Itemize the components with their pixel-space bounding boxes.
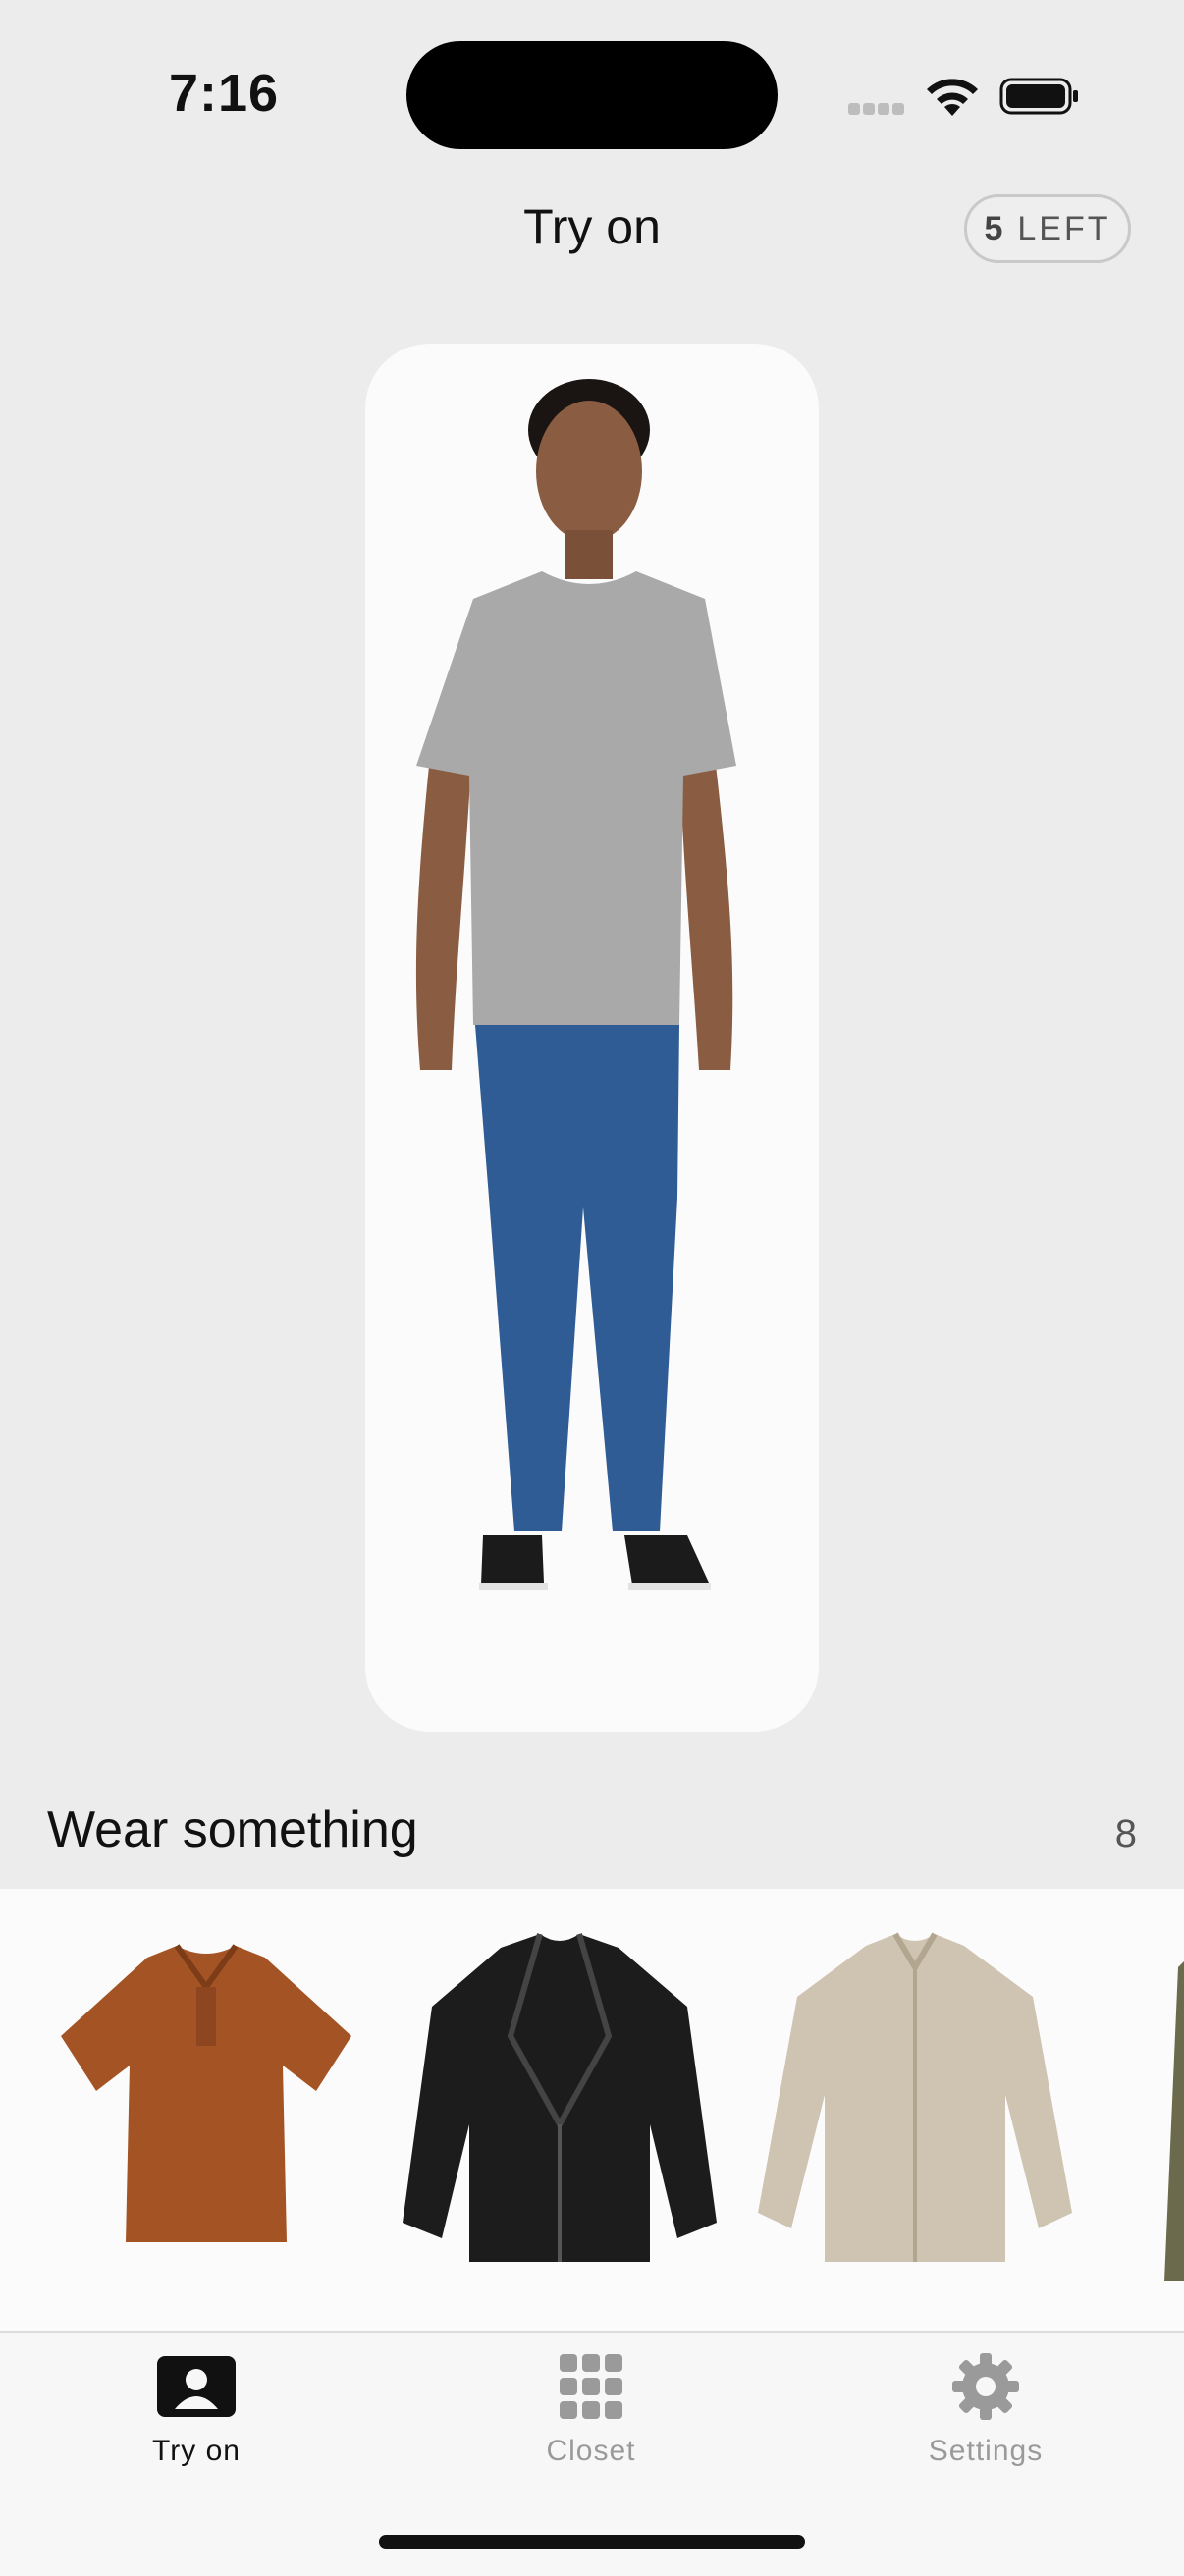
garment-rust-polo[interactable]: [39, 1928, 373, 2281]
model-figure: [415, 379, 736, 1590]
tab-closet[interactable]: Closet: [444, 2352, 738, 2468]
garment-strip[interactable]: [0, 1889, 1184, 2331]
status-time: 7:16: [169, 64, 280, 123]
garment-black-leather-jacket[interactable]: [393, 1928, 727, 2281]
garment-beige-linen-shirt[interactable]: [748, 1928, 1082, 2281]
home-indicator[interactable]: [379, 2535, 805, 2549]
gear-icon: [952, 2353, 1019, 2420]
wifi-icon: [927, 79, 978, 116]
tab-try-on[interactable]: Try on: [49, 2352, 344, 2468]
person-icon: [157, 2356, 236, 2417]
cellular-signal-icon: [848, 102, 907, 116]
battery-icon: [999, 78, 1078, 115]
tab-label-try-on: Try on: [152, 2435, 241, 2467]
tries-left-count: 5: [984, 209, 1006, 247]
tries-left-badge[interactable]: 5 LEFT: [964, 194, 1131, 263]
tries-left-label: LEFT: [1017, 209, 1111, 247]
wear-something-count: 8: [1114, 1812, 1137, 1855]
dynamic-island: [406, 41, 778, 149]
garment-olive-partial[interactable]: [1158, 1928, 1184, 2281]
tab-label-closet: Closet: [546, 2435, 636, 2467]
model-photo-card[interactable]: [365, 344, 819, 1732]
grid-icon: [560, 2354, 622, 2419]
tab-settings[interactable]: Settings: [838, 2352, 1133, 2468]
wear-something-title: Wear something: [47, 1801, 418, 1858]
tab-label-settings: Settings: [928, 2435, 1044, 2467]
